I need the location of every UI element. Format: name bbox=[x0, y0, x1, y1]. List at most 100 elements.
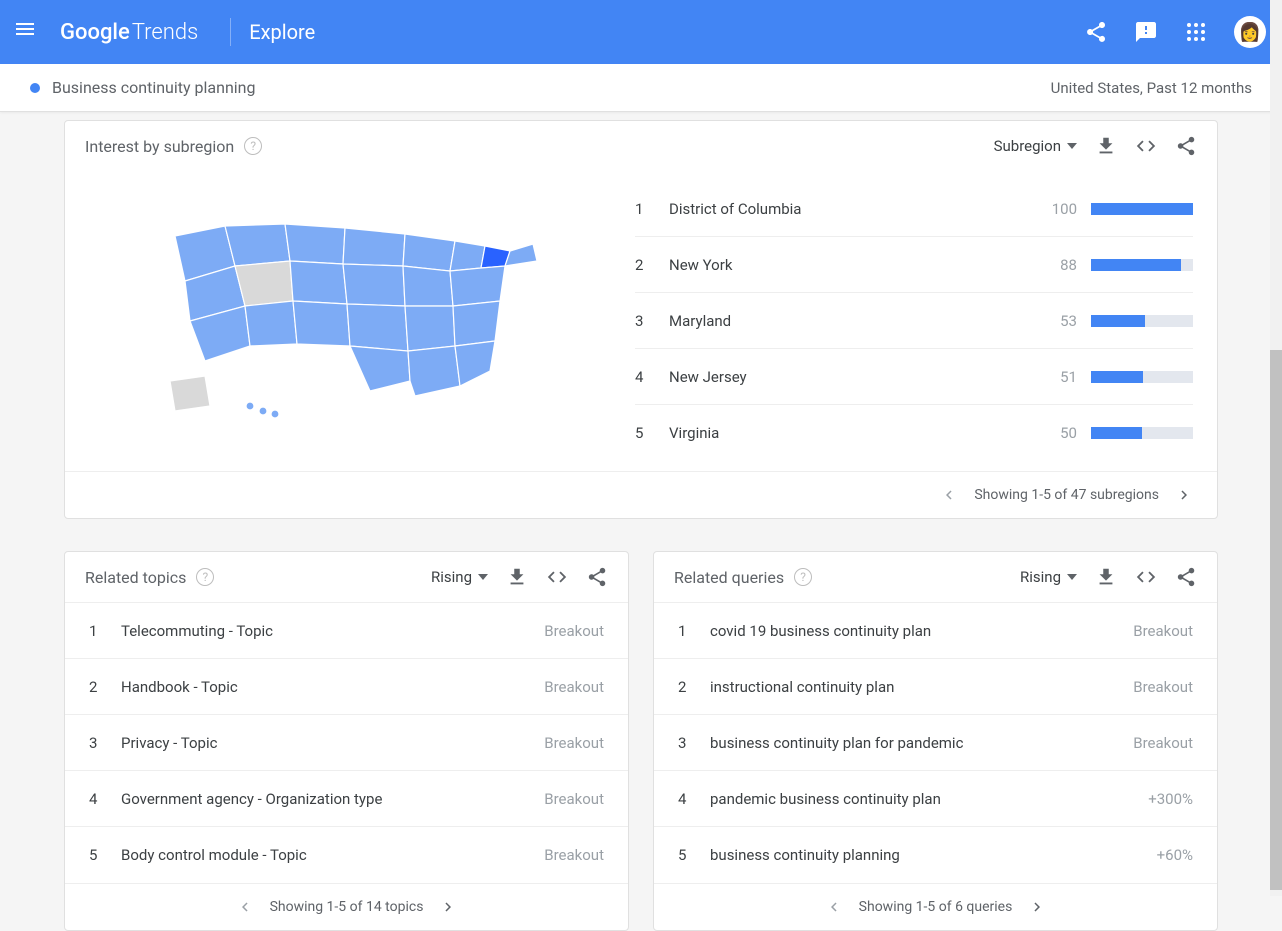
share-icon[interactable] bbox=[1175, 135, 1197, 157]
region-value: 88 bbox=[1041, 256, 1077, 274]
chevron-down-icon bbox=[1067, 574, 1077, 580]
prev-icon[interactable] bbox=[825, 898, 843, 916]
bar-fill bbox=[1091, 427, 1142, 439]
item-value: Breakout bbox=[544, 734, 604, 752]
region-rank: 2 bbox=[635, 256, 655, 274]
region-name: New York bbox=[669, 256, 1041, 274]
region-row[interactable]: 2 New York 88 bbox=[635, 237, 1193, 293]
region-row[interactable]: 5 Virginia 50 bbox=[635, 405, 1193, 461]
divider bbox=[230, 18, 231, 46]
item-value: Breakout bbox=[1133, 678, 1193, 696]
item-name: business continuity plan for pandemic bbox=[710, 734, 1133, 752]
prev-icon[interactable] bbox=[940, 486, 958, 504]
item-name: pandemic business continuity plan bbox=[710, 790, 1148, 808]
region-row[interactable]: 4 New Jersey 51 bbox=[635, 349, 1193, 405]
dropdown-label: Rising bbox=[1020, 568, 1061, 586]
scrollbar[interactable] bbox=[1270, 0, 1282, 896]
embed-icon[interactable] bbox=[1135, 566, 1157, 588]
share-icon[interactable] bbox=[586, 566, 608, 588]
logo-google: Google bbox=[60, 20, 130, 45]
rising-dropdown[interactable]: Rising bbox=[1020, 568, 1077, 586]
pager-text: Showing 1-5 of 6 queries bbox=[859, 899, 1013, 915]
region-value: 53 bbox=[1041, 312, 1077, 330]
item-rank: 5 bbox=[89, 846, 107, 864]
region-row[interactable]: 3 Maryland 53 bbox=[635, 293, 1193, 349]
item-name: Handbook - Topic bbox=[121, 678, 544, 696]
list-item[interactable]: 4 pandemic business continuity plan +300… bbox=[654, 771, 1217, 827]
item-name: Privacy - Topic bbox=[121, 734, 544, 752]
item-name: Government agency - Organization type bbox=[121, 790, 544, 808]
help-icon[interactable]: ? bbox=[196, 568, 214, 586]
list-item[interactable]: 1 covid 19 business continuity plan Brea… bbox=[654, 603, 1217, 659]
item-value: Breakout bbox=[544, 846, 604, 864]
list-item[interactable]: 5 Body control module - Topic Breakout bbox=[65, 827, 628, 883]
region-row[interactable]: 1 District of Columbia 100 bbox=[635, 181, 1193, 237]
help-icon[interactable]: ? bbox=[794, 568, 812, 586]
item-rank: 2 bbox=[678, 678, 696, 696]
share-icon[interactable] bbox=[1175, 566, 1197, 588]
item-rank: 4 bbox=[89, 790, 107, 808]
menu-icon[interactable] bbox=[16, 20, 40, 44]
apps-icon[interactable] bbox=[1184, 20, 1208, 44]
next-icon[interactable] bbox=[439, 898, 457, 916]
feedback-icon[interactable] bbox=[1134, 20, 1158, 44]
item-rank: 5 bbox=[678, 846, 696, 864]
item-value: Breakout bbox=[544, 790, 604, 808]
region-list: 1 District of Columbia 100 2 New York 88… bbox=[625, 181, 1217, 461]
region-name: Virginia bbox=[669, 424, 1041, 442]
bar-fill bbox=[1091, 203, 1193, 215]
us-map[interactable] bbox=[65, 181, 625, 461]
next-icon[interactable] bbox=[1175, 486, 1193, 504]
header-actions: 👩 bbox=[1084, 16, 1266, 48]
item-value: Breakout bbox=[1133, 622, 1193, 640]
region-value: 100 bbox=[1041, 200, 1077, 218]
avatar[interactable]: 👩 bbox=[1234, 16, 1266, 48]
download-icon[interactable] bbox=[506, 566, 528, 588]
card-title-text: Related queries bbox=[674, 568, 784, 587]
item-rank: 3 bbox=[678, 734, 696, 752]
card-title: Interest by subregion ? bbox=[85, 137, 262, 156]
item-name: Body control module - Topic bbox=[121, 846, 544, 864]
bar-track bbox=[1091, 427, 1193, 439]
share-icon[interactable] bbox=[1084, 20, 1108, 44]
embed-icon[interactable] bbox=[1135, 135, 1157, 157]
item-name: Telecommuting - Topic bbox=[121, 622, 544, 640]
item-name: instructional continuity plan bbox=[710, 678, 1133, 696]
filters-summary[interactable]: United States, Past 12 months bbox=[1051, 79, 1252, 97]
related-topics-card: Related topics ? Rising 1 Telecommuting … bbox=[64, 551, 629, 931]
download-icon[interactable] bbox=[1095, 135, 1117, 157]
download-icon[interactable] bbox=[1095, 566, 1117, 588]
bar-track bbox=[1091, 259, 1193, 271]
list-item[interactable]: 1 Telecommuting - Topic Breakout bbox=[65, 603, 628, 659]
item-rank: 1 bbox=[89, 622, 107, 640]
pager-text: Showing 1-5 of 14 topics bbox=[270, 899, 424, 915]
list-item[interactable]: 5 business continuity planning +60% bbox=[654, 827, 1217, 883]
item-rank: 4 bbox=[678, 790, 696, 808]
interest-by-subregion-card: Interest by subregion ? Subregion bbox=[64, 120, 1218, 519]
scrollbar-thumb[interactable] bbox=[1270, 350, 1282, 890]
list-item[interactable]: 2 instructional continuity plan Breakout bbox=[654, 659, 1217, 715]
subregion-dropdown[interactable]: Subregion bbox=[994, 137, 1077, 155]
list-item[interactable]: 3 Privacy - Topic Breakout bbox=[65, 715, 628, 771]
search-term[interactable]: Business continuity planning bbox=[52, 78, 255, 97]
item-value: Breakout bbox=[544, 622, 604, 640]
rising-dropdown[interactable]: Rising bbox=[431, 568, 488, 586]
explore-tab[interactable]: Explore bbox=[249, 20, 315, 44]
item-value: +60% bbox=[1157, 846, 1193, 864]
pager: Showing 1-5 of 14 topics bbox=[65, 883, 628, 930]
pager: Showing 1-5 of 6 queries bbox=[654, 883, 1217, 930]
logo[interactable]: Google Trends bbox=[60, 20, 198, 45]
prev-icon[interactable] bbox=[236, 898, 254, 916]
list-item[interactable]: 3 business continuity plan for pandemic … bbox=[654, 715, 1217, 771]
next-icon[interactable] bbox=[1028, 898, 1046, 916]
list-item[interactable]: 2 Handbook - Topic Breakout bbox=[65, 659, 628, 715]
list-item[interactable]: 4 Government agency - Organization type … bbox=[65, 771, 628, 827]
header: Google Trends Explore 👩 bbox=[0, 0, 1282, 64]
dropdown-label: Rising bbox=[431, 568, 472, 586]
help-icon[interactable]: ? bbox=[244, 137, 262, 155]
pager: Showing 1-5 of 47 subregions bbox=[65, 471, 1217, 518]
bar-fill bbox=[1091, 315, 1145, 327]
item-name: covid 19 business continuity plan bbox=[710, 622, 1133, 640]
item-rank: 2 bbox=[89, 678, 107, 696]
embed-icon[interactable] bbox=[546, 566, 568, 588]
